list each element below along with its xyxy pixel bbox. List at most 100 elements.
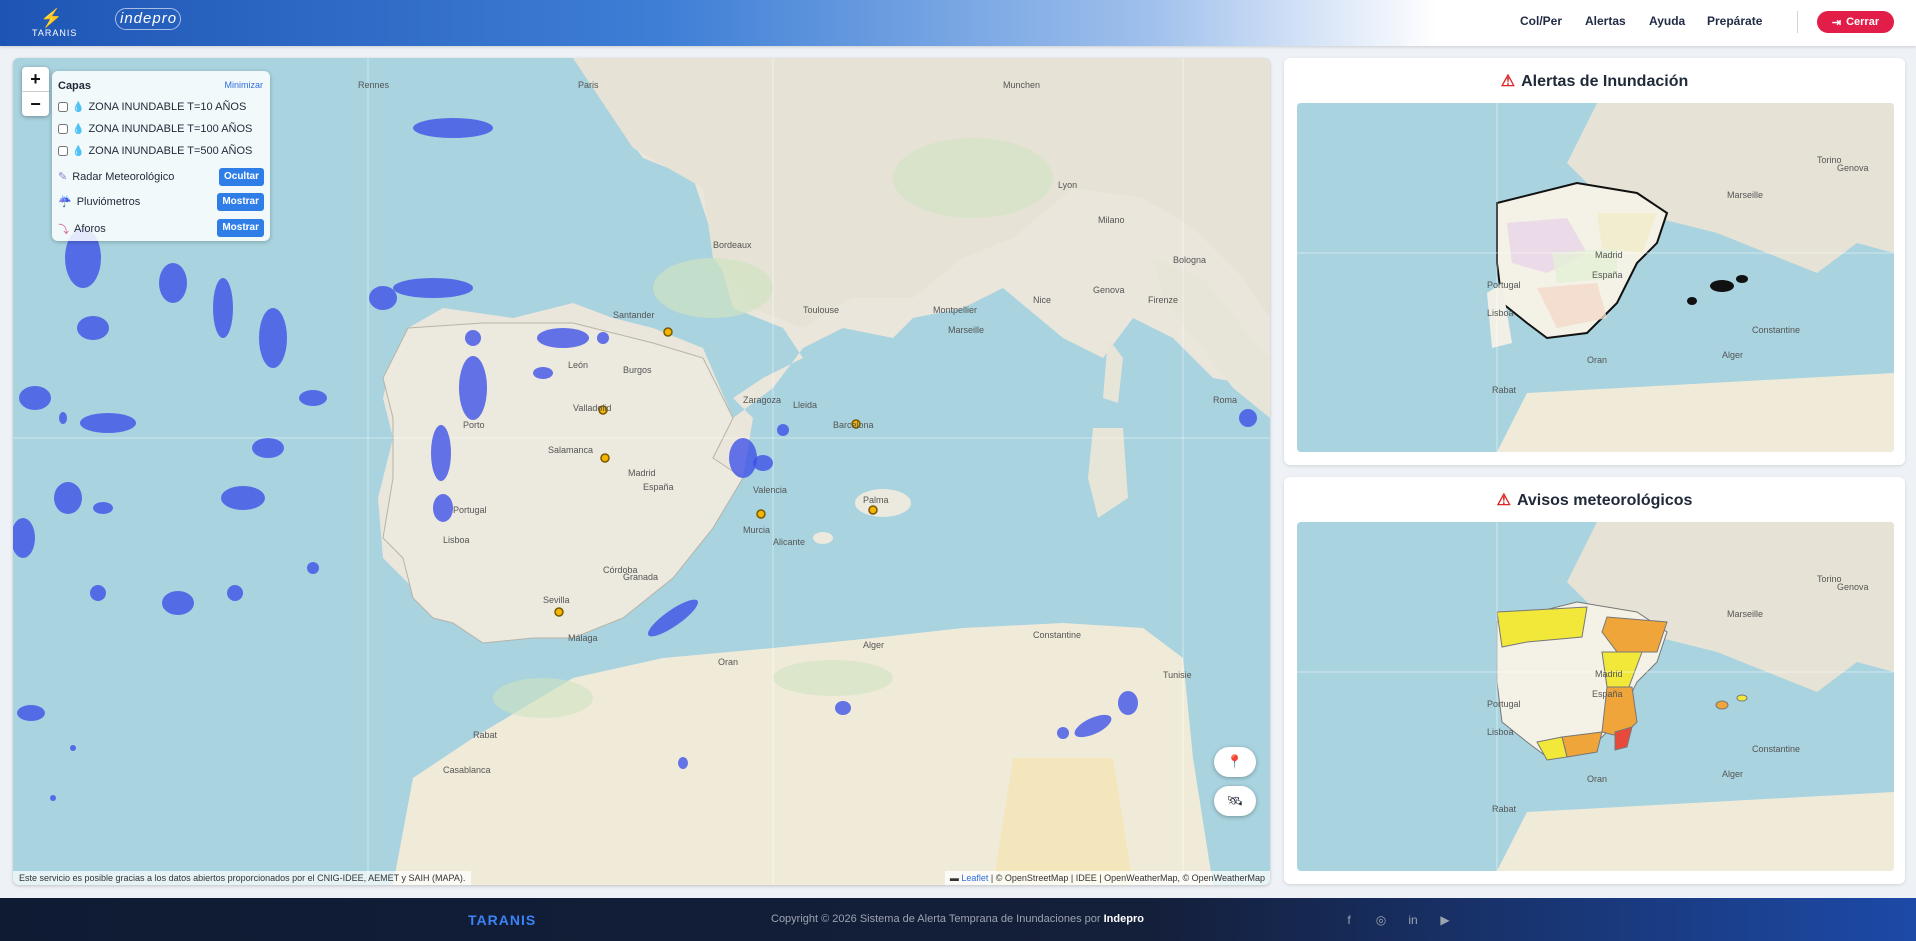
place-label: Firenze [1148,295,1178,305]
linkedin-icon[interactable]: in [1404,911,1422,929]
place-label: Lyon [1058,180,1077,190]
place-label: Valladolid [573,403,611,413]
weather-warnings-title: ⚠ Avisos meteorológicos [1496,492,1693,509]
place-label: Murcia [743,525,770,535]
flag-icon: ▬ [949,873,959,883]
nav-ayuda[interactable]: Ayuda [1649,14,1685,28]
place-label: León [568,360,588,370]
mini-place-label: Portugal [1487,699,1521,709]
youtube-icon[interactable]: ▶ [1436,911,1454,929]
nav-alertas[interactable]: Alertas [1585,14,1626,28]
place-label: Bordeaux [713,240,752,250]
flood-map-svg: Lisboa Madrid Portugal España Oran Alger Const… [1297,103,1894,452]
close-button[interactable]: ⇥ Cerrar [1817,11,1894,33]
indepro-logo[interactable]: indepro [115,8,181,30]
weather-warnings-map[interactable]: Lisboa Madrid Portugal España Oran Alger Const… [1297,522,1894,871]
place-label: Rennes [358,80,390,90]
place-label: Barcelona [833,420,874,430]
pluviometros-row: ☔ Pluviómetros [58,195,141,209]
mini-place-label: Constantine [1752,325,1800,335]
minimize-link[interactable]: Minimizar [224,80,263,90]
mini-place-label: España [1592,270,1623,280]
place-label: Marseille [948,325,984,335]
footer: TARANIS Copyright © 2026 Sistema de Aler… [0,898,1916,941]
map-pin-icon: 📍 [1226,754,1244,769]
footer-brand[interactable]: TARANIS [468,912,536,928]
place-label: Montpellier [933,305,977,315]
facebook-icon[interactable]: f [1340,911,1358,929]
layers-switch-button[interactable]: 🛰 [1214,786,1256,816]
water-drop-icon: 💧 [72,101,85,113]
zoom-control: + − [22,67,49,116]
mini-place-label: Madrid [1595,250,1623,260]
water-drop-icon: 💧 [72,123,85,135]
layers-panel: Capas Minimizar 💧 ZONA INUNDABLE T=10 AÑ… [52,71,270,241]
mini-place-label: Portugal [1487,280,1521,290]
radar-toggle-button[interactable]: Ocultar [218,168,264,186]
mini-place-label: Genova [1837,163,1869,173]
place-label: Casablanca [443,765,491,775]
mini-place-label: Lisboa [1487,727,1514,737]
place-label: Portugal [453,505,487,515]
place-label: Rabat [473,730,498,740]
zoom-out-button[interactable]: − [22,91,49,116]
aforos-row: ⤵ Aforos [58,223,106,236]
place-label: Salamanca [548,445,593,455]
zone-row-t10: 💧 ZONA INUNDABLE T=10 AÑOS [58,101,246,113]
zoom-in-button[interactable]: + [22,67,49,91]
flood-alerts-map[interactable]: Lisboa Madrid Portugal España Oran Alger Const… [1297,103,1894,452]
place-label: Sevilla [543,595,570,605]
place-label: Alicante [773,537,805,547]
place-label: Madrid [628,468,656,478]
warning-icon: ⚠ [1496,492,1511,509]
mini-place-label: Marseille [1727,609,1763,619]
place-label: Toulouse [803,305,839,315]
zone-t100-checkbox[interactable] [58,124,68,134]
copyright-text: Copyright © 2026 Sistema de Alerta Tempr… [771,913,1144,925]
pluviometros-toggle-button[interactable]: Mostrar [217,193,264,211]
place-label: Constantine [1033,630,1081,640]
leaflet-link[interactable]: Leaflet [961,873,988,883]
taranis-logo[interactable]: ⚡ TARANIS [32,8,76,38]
place-label: Lisboa [443,535,470,545]
nav-preparate[interactable]: Prepárate [1707,14,1762,28]
gauge-chart-icon: ⤵ [58,224,69,236]
radar-row: ✎ Radar Meteorológico [58,170,175,184]
locate-button[interactable]: 📍 [1214,747,1256,777]
place-label: Genova [1093,285,1125,295]
mini-place-label: Madrid [1595,669,1623,679]
place-label: Munchen [1003,80,1040,90]
weather-map-svg: Lisboa Madrid Portugal España Oran Alger Const… [1297,522,1894,871]
aforos-toggle-button[interactable]: Mostrar [217,219,264,237]
place-label: Málaga [568,633,598,643]
water-drop-icon: 💧 [72,145,85,157]
top-header: ⚡ TARANIS indepro Col/Per Alertas Ayuda … [0,0,1916,46]
zone-t500-checkbox[interactable] [58,146,68,156]
place-label: Roma [1213,395,1237,405]
mini-place-label: Lisboa [1487,308,1514,318]
place-label: Tunisie [1163,670,1192,680]
satellite-icon: 🛰 [1226,793,1244,808]
place-label: Milano [1098,215,1125,225]
weather-warnings-card: ⚠ Avisos meteorológicos Lisboa Madrid Portu… [1284,477,1905,884]
mini-place-label: Oran [1587,774,1607,784]
layers-title: Capas [58,80,92,92]
place-label: Lleida [793,400,817,410]
place-label: España [643,482,674,492]
mini-place-label: Marseille [1727,190,1763,200]
flood-alerts-card: ⚠ Alertas de Inundación Lisboa Madrid Portu… [1284,58,1905,465]
place-label: Porto [463,420,485,430]
logout-icon: ⇥ [1831,16,1842,29]
nav-colper[interactable]: Col/Per [1520,14,1562,28]
main-map[interactable]: Rennes Paris Munchen Bordeaux Toulouse Marsei… [13,58,1270,885]
zone-t10-checkbox[interactable] [58,102,68,112]
radar-icon: ✎ [58,171,68,183]
place-label: Alger [863,640,884,650]
place-label: Oran [718,657,738,667]
indepro-link[interactable]: Indepro [1104,913,1144,925]
data-credits: Este servicio es posible gracias a los d… [13,871,472,885]
mini-place-label: Genova [1837,582,1869,592]
instagram-icon[interactable]: ◎ [1372,911,1390,929]
place-label: Nice [1033,295,1051,305]
zone-row-t100: 💧 ZONA INUNDABLE T=100 AÑOS [58,123,252,135]
